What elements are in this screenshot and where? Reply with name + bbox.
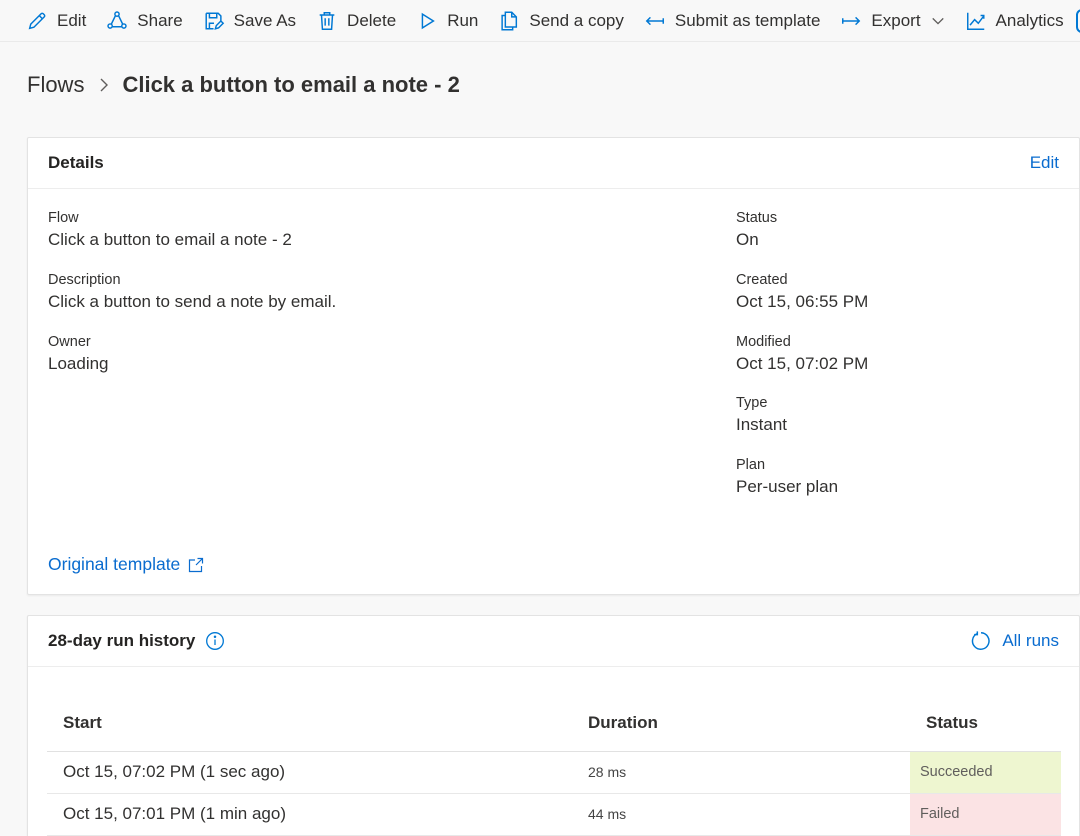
owner-value: Loading [48, 354, 109, 373]
modified-field: Modified Oct 15, 07:02 PM [736, 333, 868, 375]
run-history-card: 28-day run history All runs Start Durati… [27, 615, 1080, 836]
run-start-cell[interactable]: Oct 15, 07:01 PM (1 min ago) [47, 793, 572, 836]
description-label: Description [48, 272, 121, 288]
export-label: Export [871, 10, 921, 30]
created-field: Created Oct 15, 06:55 PM [736, 271, 868, 313]
page-title: Click a button to email a note - 2 [122, 72, 460, 97]
owner-field: Owner Loading [48, 333, 109, 375]
share-label: Share [137, 10, 183, 30]
original-template-link[interactable]: Original template [48, 554, 204, 575]
play-icon [421, 12, 435, 29]
edit-label: Edit [57, 10, 87, 30]
type-value: Instant [736, 415, 788, 434]
edit-button[interactable]: Edit [26, 0, 86, 42]
plan-field: Plan Per-user plan [736, 456, 838, 498]
delete-label: Delete [347, 10, 397, 30]
modified-label: Modified [736, 334, 791, 350]
breadcrumb: Flows Click a button to email a note - 2 [27, 70, 460, 100]
owner-label: Owner [48, 334, 91, 350]
run-history-title-text: 28-day run history [48, 631, 196, 650]
type-label: Type [736, 395, 768, 411]
run-start-cell[interactable]: Oct 15, 07:02 PM (1 sec ago) [47, 751, 572, 794]
plan-label: Plan [736, 457, 766, 473]
table-row[interactable]: Oct 15, 07:01 PM (1 min ago) 44 ms Faile… [47, 793, 1061, 836]
original-template-label: Original template [48, 554, 181, 574]
status-value: On [736, 230, 759, 249]
created-value: Oct 15, 06:55 PM [736, 292, 869, 311]
analytics-label: Analytics [995, 10, 1064, 30]
copy-icon [501, 11, 518, 30]
details-edit-link[interactable]: Edit [1030, 153, 1059, 173]
description-value: Click a button to send a note by email. [48, 292, 337, 311]
status-label: Status [736, 210, 778, 226]
send-a-copy-label: Send a copy [529, 10, 624, 30]
chevron-down-icon [931, 17, 944, 25]
command-bar: Edit Share Save As Delete Run Send a cop… [0, 0, 1080, 42]
run-duration-cell: 28 ms [572, 751, 910, 794]
save-as-label: Save As [233, 10, 297, 30]
save-as-icon [205, 11, 224, 30]
analytics-button[interactable]: Analytics [965, 0, 1064, 42]
info-icon[interactable] [205, 631, 225, 651]
share-icon [107, 10, 128, 29]
open-in-new-window-icon [189, 557, 204, 572]
chevron-right-icon [98, 78, 110, 92]
all-runs-label: All runs [1002, 631, 1059, 650]
submit-as-template-label: Submit as template [674, 10, 821, 30]
status-badge: Failed [910, 793, 1061, 836]
run-history-title: 28-day run history [48, 631, 225, 651]
run-button[interactable]: Run [416, 0, 478, 42]
flow-label: Flow [48, 210, 79, 226]
description-field: Description Click a button to send a not… [48, 271, 336, 313]
plan-value: Per-user plan [736, 477, 839, 496]
export-menu-button[interactable]: Export [840, 0, 944, 42]
run-duration-cell: 44 ms [572, 793, 910, 836]
submit-as-template-button[interactable]: Submit as template [644, 0, 821, 42]
run-history-table: Start Duration Status Oct 15, 07:02 PM (… [47, 696, 1061, 836]
status-field: Status On [736, 209, 777, 251]
type-field: Type Instant [736, 394, 787, 436]
table-row[interactable]: Oct 15, 07:02 PM (1 sec ago) 28 ms Succe… [47, 751, 1061, 794]
refresh-icon [972, 631, 990, 650]
column-header-duration[interactable]: Duration [572, 696, 910, 752]
status-badge: Succeeded [910, 751, 1061, 794]
details-title: Details [48, 153, 104, 172]
table-header-row: Start Duration Status [47, 696, 1061, 752]
column-header-start[interactable]: Start [47, 696, 572, 752]
flow-value: Click a button to email a note - 2 [48, 230, 292, 249]
share-button[interactable]: Share [106, 0, 183, 42]
details-header: Details Edit [28, 138, 1079, 189]
flow-field: Flow Click a button to email a note - 2 [48, 209, 292, 251]
arrow-left-icon [645, 16, 664, 25]
arrow-right-icon [842, 16, 861, 25]
save-as-button[interactable]: Save As [203, 0, 296, 42]
send-a-copy-button[interactable]: Send a copy [498, 0, 624, 42]
details-card: Details Edit Flow Click a button to emai… [27, 137, 1080, 595]
all-runs-link[interactable]: All runs [970, 630, 1059, 652]
column-header-status[interactable]: Status [910, 696, 1061, 752]
trash-icon [319, 11, 335, 30]
chart-icon [966, 12, 985, 30]
pencil-icon [28, 12, 46, 29]
breadcrumb-flows-link[interactable]: Flows [27, 72, 84, 98]
delete-button[interactable]: Delete [316, 0, 396, 42]
run-history-header: 28-day run history All runs [28, 616, 1079, 667]
overflow-icon[interactable] [1076, 9, 1080, 33]
modified-value: Oct 15, 07:02 PM [736, 354, 869, 373]
created-label: Created [736, 272, 788, 288]
run-label: Run [447, 10, 479, 30]
